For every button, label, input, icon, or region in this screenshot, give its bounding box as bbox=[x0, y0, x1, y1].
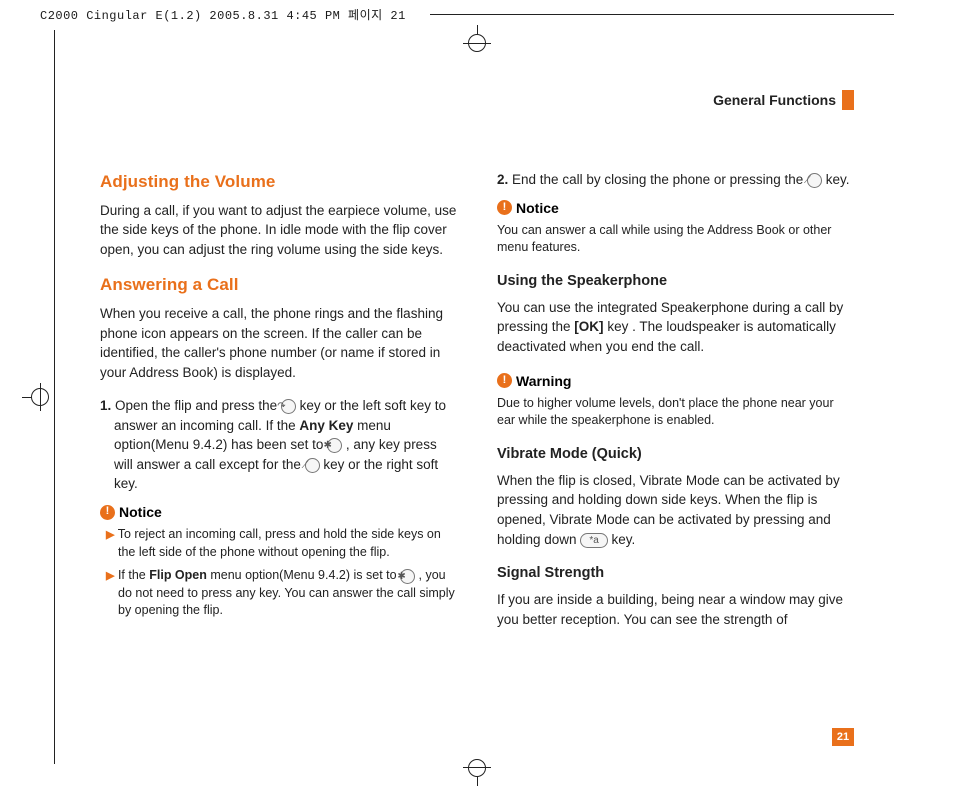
paragraph: You can use the integrated Speakerphone … bbox=[497, 298, 854, 357]
notice-body: ▶ To reject an incoming call, press and … bbox=[100, 526, 457, 620]
option-key-icon: ✱ bbox=[400, 569, 415, 584]
ordered-list-item: 1. Open the flip and press the ↷ key or … bbox=[100, 396, 457, 494]
text: End the call by closing the phone or pre… bbox=[512, 172, 807, 187]
heading-adjusting-volume: Adjusting the Volume bbox=[100, 170, 457, 195]
chapter-title-accent bbox=[842, 90, 854, 110]
print-job-header: C2000 Cingular E(1.2) 2005.8.31 4:45 PM … bbox=[40, 6, 406, 23]
text: If the bbox=[118, 568, 149, 582]
bold-text: Flip Open bbox=[149, 568, 207, 582]
option-key-icon: ✱ bbox=[327, 438, 342, 453]
end-key-icon: ⟋ bbox=[807, 173, 822, 188]
text: When the flip is closed, Vibrate Mode ca… bbox=[497, 473, 840, 547]
notice-label: Notice bbox=[516, 198, 559, 218]
star-key-icon: *a bbox=[580, 533, 607, 548]
send-key-icon: ↷ bbox=[281, 399, 296, 414]
bold-text: Any Key bbox=[299, 418, 353, 433]
notice-heading: ! Notice bbox=[100, 502, 457, 522]
paragraph: During a call, if you want to adjust the… bbox=[100, 201, 457, 260]
notice-bullet: ▶ If the Flip Open menu option(Menu 9.4.… bbox=[100, 567, 457, 620]
notice-bullet: ▶ To reject an incoming call, press and … bbox=[100, 526, 457, 561]
arrow-bullet-icon: ▶ bbox=[106, 570, 114, 582]
heading-answering-call: Answering a Call bbox=[100, 273, 457, 298]
notice-heading: ! Notice bbox=[497, 198, 854, 218]
notice-body: You can answer a call while using the Ad… bbox=[497, 222, 854, 257]
column-right: 2. End the call by closing the phone or … bbox=[497, 170, 854, 744]
text: Open the flip and press the bbox=[115, 398, 281, 413]
end-key-icon: ⟋ bbox=[305, 458, 320, 473]
chapter-title: General Functions bbox=[713, 92, 836, 108]
paragraph: When the flip is closed, Vibrate Mode ca… bbox=[497, 471, 854, 549]
page-content: General Functions Adjusting the Volume D… bbox=[100, 90, 854, 744]
heading-vibrate-mode: Vibrate Mode (Quick) bbox=[497, 444, 854, 465]
page-number-badge: 21 bbox=[832, 728, 854, 746]
text: key. bbox=[612, 532, 636, 547]
heading-signal-strength: Signal Strength bbox=[497, 563, 854, 584]
print-header-rule bbox=[430, 14, 894, 15]
paragraph: If you are inside a building, being near… bbox=[497, 590, 854, 629]
column-left: Adjusting the Volume During a call, if y… bbox=[100, 170, 457, 744]
warning-label: Warning bbox=[516, 371, 571, 391]
text: menu option(Menu 9.4.2) is set to bbox=[210, 568, 400, 582]
ordered-list-item: 2. End the call by closing the phone or … bbox=[497, 170, 854, 190]
text: To reject an incoming call, press and ho… bbox=[118, 527, 441, 559]
warning-heading: ! Warning bbox=[497, 371, 854, 391]
arrow-bullet-icon: ▶ bbox=[106, 529, 114, 541]
bold-text: [OK] bbox=[574, 319, 603, 334]
list-number: 2. bbox=[497, 172, 508, 187]
paragraph: When you receive a call, the phone rings… bbox=[100, 304, 457, 382]
text: key. bbox=[826, 172, 850, 187]
list-number: 1. bbox=[100, 398, 111, 413]
warning-body: Due to higher volume levels, don't place… bbox=[497, 395, 854, 430]
notice-label: Notice bbox=[119, 502, 162, 522]
heading-speakerphone: Using the Speakerphone bbox=[497, 271, 854, 292]
chapter-header: General Functions bbox=[100, 90, 854, 110]
notice-badge-icon: ! bbox=[497, 200, 512, 215]
notice-badge-icon: ! bbox=[100, 505, 115, 520]
page-frame-left-rule bbox=[54, 30, 55, 764]
warning-badge-icon: ! bbox=[497, 373, 512, 388]
